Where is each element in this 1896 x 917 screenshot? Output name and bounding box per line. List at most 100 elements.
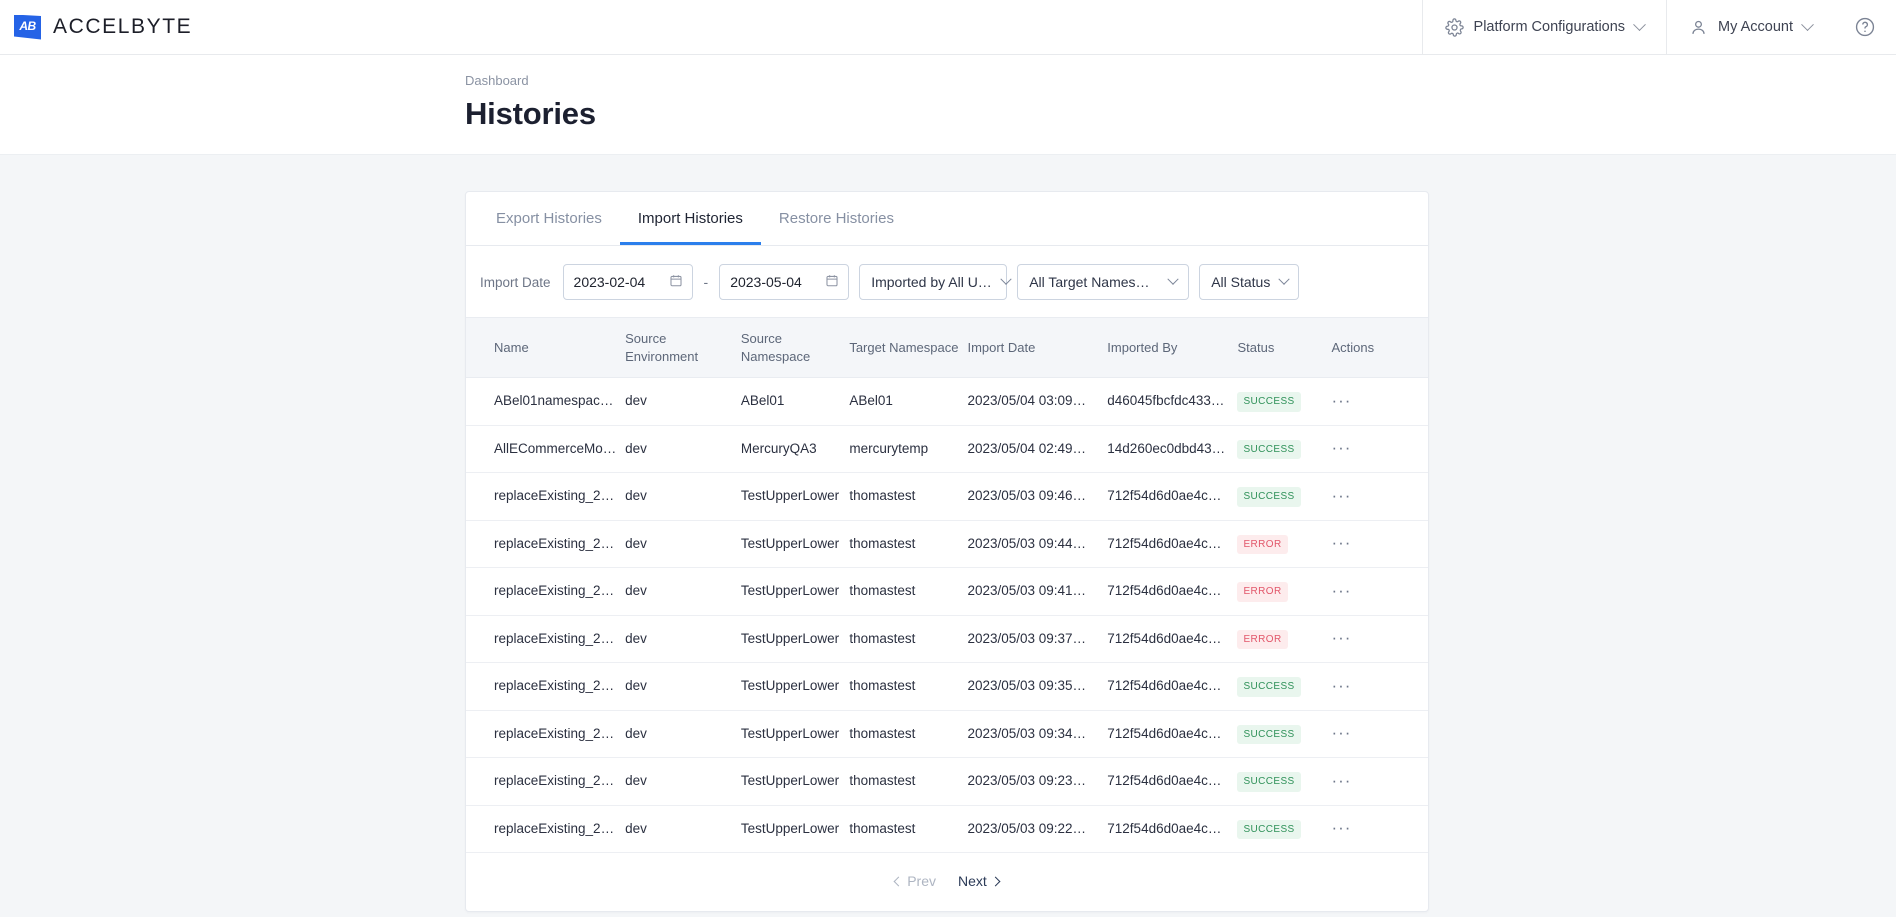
cell-name-value: replaceExisting_2… xyxy=(494,725,615,741)
cell-target-namespace-value: thomastest xyxy=(849,725,916,741)
row-actions-menu-icon[interactable]: ··· xyxy=(1331,534,1351,551)
cell-source-environment-value: dev xyxy=(625,393,647,409)
cell-target-namespace: thomastest xyxy=(849,662,968,711)
cell-actions: ··· xyxy=(1331,425,1428,474)
cell-import-date-value: 2023/05/03 09:46… xyxy=(967,488,1087,504)
cell-status: SUCCESS xyxy=(1237,805,1332,854)
cell-source-environment: dev xyxy=(625,710,741,759)
platform-configurations-menu[interactable]: Platform Configurations xyxy=(1421,0,1667,54)
cell-source-environment-value: dev xyxy=(625,820,647,836)
gear-icon xyxy=(1444,17,1464,37)
cell-imported-by-value: 712f54d6d0ae4c… xyxy=(1107,820,1222,836)
status-badge: SUCCESS xyxy=(1237,772,1301,792)
cell-source-environment: dev xyxy=(625,805,741,854)
cell-source-namespace-value: TestUpperLower xyxy=(740,678,840,694)
status-badge: SUCCESS xyxy=(1237,677,1301,697)
cell-source-namespace: TestUpperLower xyxy=(740,615,850,664)
import-date-to-input[interactable]: 2023-05-04 xyxy=(719,264,850,300)
breadcrumb[interactable]: Dashboard xyxy=(465,73,1896,88)
cell-status: SUCCESS xyxy=(1237,377,1332,426)
row-actions-menu-icon[interactable]: ··· xyxy=(1331,724,1351,741)
tab-export-histories[interactable]: Export Histories xyxy=(478,192,620,245)
cell-name: replaceExisting_2… xyxy=(466,472,626,521)
status-badge: SUCCESS xyxy=(1237,819,1301,840)
column-header-source-environment: Source Environment xyxy=(625,316,741,379)
table-row[interactable]: replaceExisting_2… dev TestUpperLower thoma… xyxy=(466,757,1428,806)
cell-actions: ··· xyxy=(1331,377,1428,426)
cell-imported-by-value: 712f54d6d0ae4c… xyxy=(1107,488,1222,504)
help-circle-icon xyxy=(1854,16,1876,38)
my-account-menu[interactable]: My Account xyxy=(1666,0,1834,54)
brand-name: ACCELBYTE xyxy=(53,15,193,38)
row-actions-menu-icon[interactable]: ··· xyxy=(1331,677,1351,694)
imported-by-value: Imported by All U… xyxy=(871,274,992,290)
table-row[interactable]: replaceExisting_2… dev TestUpperLower thoma… xyxy=(466,805,1428,854)
table-row[interactable]: replaceExisting_2… dev TestUpperLower thoma… xyxy=(466,615,1428,664)
cell-source-namespace: MercuryQA3 xyxy=(740,425,850,474)
cell-import-date-value: 2023/05/03 09:41… xyxy=(967,583,1087,599)
table-row[interactable]: replaceExisting_2… dev TestUpperLower thoma… xyxy=(466,662,1428,711)
table-row[interactable]: AllECommerceMo… dev MercuryQA3 mercurytemp 2… xyxy=(466,425,1428,474)
cell-status: ERROR xyxy=(1237,520,1332,569)
table-row[interactable]: replaceExisting_2… dev TestUpperLower thoma… xyxy=(466,710,1428,759)
table-row[interactable]: ABel01namespac… dev ABel01 ABel01 2023/05/04… xyxy=(466,377,1428,426)
column-header-imported-by: Imported By xyxy=(1107,316,1238,379)
row-actions-menu-icon[interactable]: ··· xyxy=(1331,439,1351,456)
cell-source-environment: dev xyxy=(625,567,741,616)
column-header-import-date: Import Date xyxy=(967,316,1108,379)
import-date-from-input[interactable]: 2023-02-04 xyxy=(562,264,693,300)
status-select[interactable]: All Status xyxy=(1199,264,1300,300)
cell-name-value: replaceExisting_2… xyxy=(494,773,615,789)
cell-source-environment: dev xyxy=(625,757,741,806)
cell-target-namespace-value: mercurytemp xyxy=(849,440,929,456)
row-actions-menu-icon[interactable]: ··· xyxy=(1331,392,1351,409)
cell-imported-by: 14d260ec0dbd43… xyxy=(1107,425,1238,474)
help-button[interactable] xyxy=(1834,0,1896,54)
row-actions-menu-icon[interactable]: ··· xyxy=(1331,772,1351,789)
chevron-down-icon xyxy=(1000,273,1012,285)
import-date-from-value: 2023-02-04 xyxy=(573,274,646,290)
imported-by-select[interactable]: Imported by All U… xyxy=(859,264,1012,300)
cell-source-environment-value: dev xyxy=(625,725,647,741)
pagination: Prev Next xyxy=(466,853,1428,911)
cell-imported-by: 712f54d6d0ae4c… xyxy=(1107,710,1238,759)
column-header-status: Status xyxy=(1237,316,1332,379)
cell-source-environment-value: dev xyxy=(625,583,647,599)
brand-logo[interactable]: AB ACCELBYTE xyxy=(0,0,192,54)
cell-import-date: 2023/05/03 09:37… xyxy=(967,615,1108,664)
cell-imported-by-value: 712f54d6d0ae4c… xyxy=(1107,630,1222,646)
cell-import-date-value: 2023/05/03 09:44… xyxy=(967,535,1087,551)
table-row[interactable]: replaceExisting_2… dev TestUpperLower thoma… xyxy=(466,567,1428,616)
cell-target-namespace: thomastest xyxy=(849,567,968,616)
chevron-right-icon xyxy=(990,876,1001,887)
cell-name-value: replaceExisting_2… xyxy=(494,583,615,599)
tab-restore-histories[interactable]: Restore Histories xyxy=(761,192,912,245)
pagination-next-button[interactable]: Next xyxy=(958,873,1001,890)
table-header-row: Name Source Environment Source Namespace… xyxy=(466,316,1428,379)
tab-import-histories[interactable]: Import Histories xyxy=(619,192,761,245)
cell-source-namespace: TestUpperLower xyxy=(740,472,850,521)
row-actions-menu-icon[interactable]: ··· xyxy=(1331,819,1351,836)
target-namespace-select[interactable]: All Target Names… xyxy=(1017,264,1190,300)
cell-import-date-value: 2023/05/04 02:49… xyxy=(967,440,1087,456)
cell-name: replaceExisting_2… xyxy=(466,567,626,616)
pagination-prev-button[interactable]: Prev xyxy=(893,873,936,890)
cell-target-namespace: ABel01 xyxy=(849,377,968,426)
row-actions-menu-icon[interactable]: ··· xyxy=(1331,487,1351,504)
cell-target-namespace-value: thomastest xyxy=(849,773,916,789)
row-actions-menu-icon[interactable]: ··· xyxy=(1331,582,1351,599)
cell-actions: ··· xyxy=(1331,472,1428,521)
pagination-prev-label: Prev xyxy=(907,873,936,890)
table-body: ABel01namespac… dev ABel01 ABel01 2023/05/04… xyxy=(466,377,1428,854)
cell-target-namespace: thomastest xyxy=(849,710,968,759)
table-row[interactable]: replaceExisting_2… dev TestUpperLower thoma… xyxy=(466,520,1428,569)
cell-actions: ··· xyxy=(1331,567,1428,616)
pagination-next-label: Next xyxy=(958,873,987,890)
row-actions-menu-icon[interactable]: ··· xyxy=(1331,629,1351,646)
page-header: Dashboard Histories xyxy=(0,55,1896,155)
cell-name: replaceExisting_2… xyxy=(466,662,626,711)
table-row[interactable]: replaceExisting_2… dev TestUpperLower thoma… xyxy=(466,472,1428,521)
cell-name: replaceExisting_2… xyxy=(466,757,626,806)
cell-source-environment-value: dev xyxy=(625,535,647,551)
chevron-down-icon xyxy=(1633,17,1646,31)
